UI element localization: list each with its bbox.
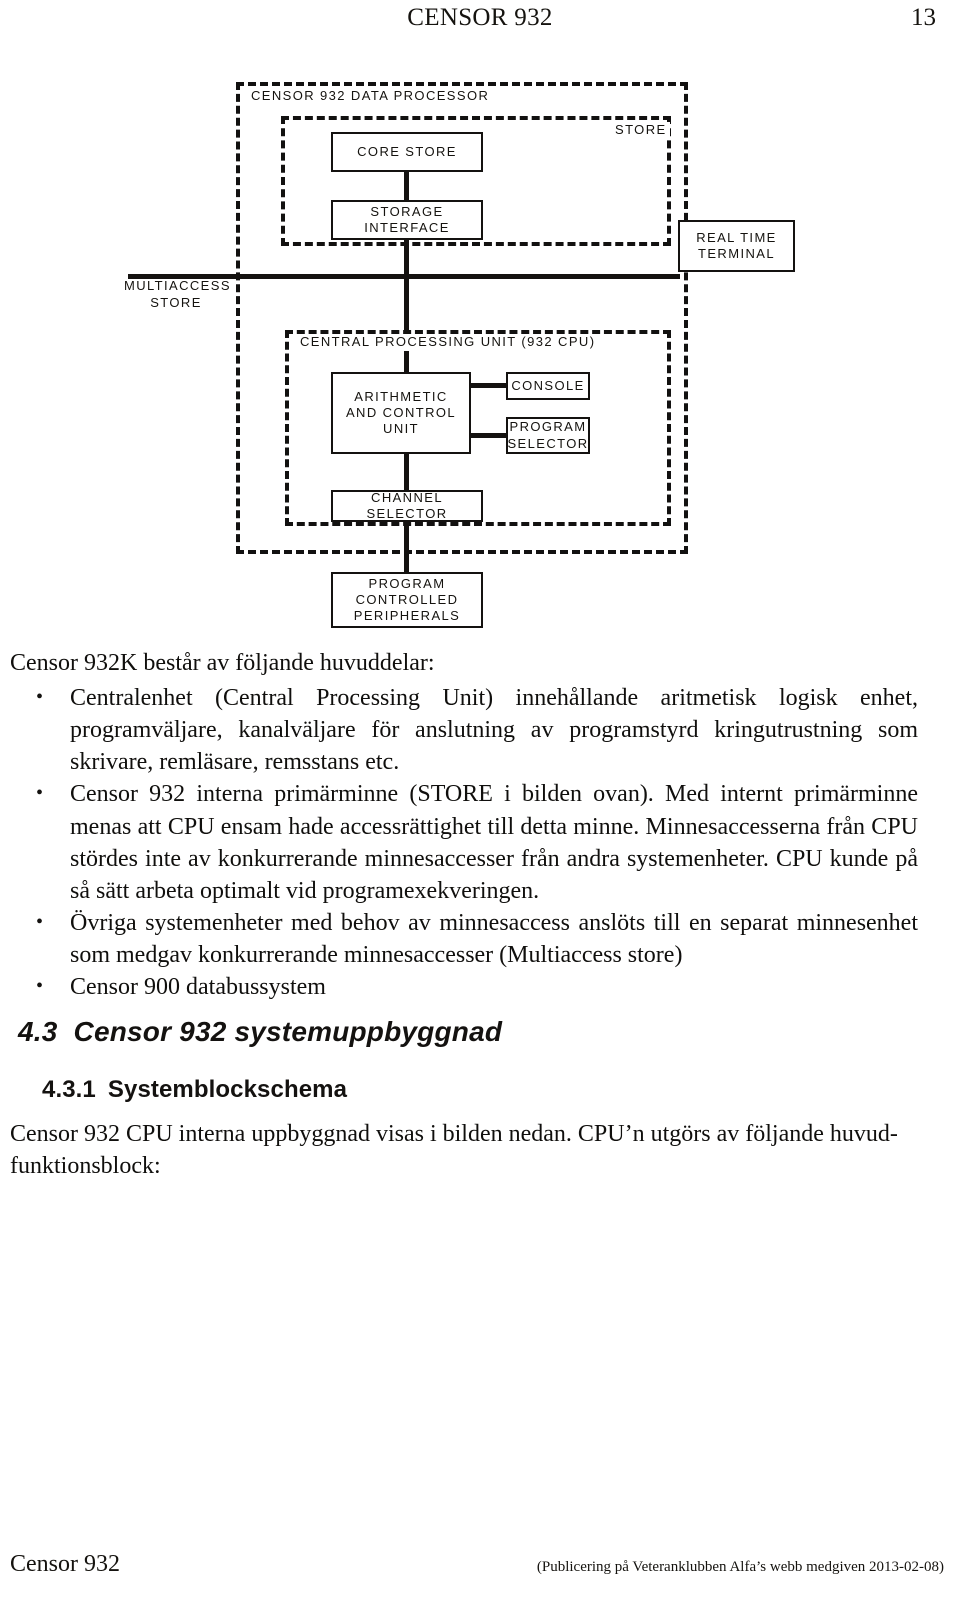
wire-arithmetic-unit-to-program-selector (469, 433, 508, 438)
label-cpu-line1: CENTRAL (300, 334, 370, 349)
wire-storage-interface-to-bus (404, 238, 409, 278)
diagram-canvas: CENSOR 932 DATA PROCESSOR STORE CENTRAL … (0, 62, 960, 628)
label-central-processing-unit: CENTRAL PROCESSING UNIT (932 CPU) (297, 334, 599, 351)
wire-arithmetic-unit-to-console (469, 383, 508, 388)
page-header: CENSOR 932 13 (0, 0, 960, 46)
program-selector-line1: PROGRAM (509, 419, 587, 435)
block-core-store-label: CORE STORE (357, 143, 457, 159)
label-cpu-line2: PROCESSING (375, 334, 476, 349)
label-cpu-line3: UNIT (932 CPU) (480, 334, 596, 349)
footer-document-title: Censor 932 (10, 1551, 120, 1577)
label-multiaccess-store: MULTIACCESS STORE (122, 278, 230, 311)
arithmetic-line2: AND CONTROL (345, 404, 457, 420)
block-storage-interface-label: STORAGE INTERFACE (364, 204, 450, 237)
program-selector-line2: SELECTOR (507, 435, 589, 451)
header-title: CENSOR 932 (407, 4, 553, 31)
peripherals-line2: CONTROLLED (355, 591, 459, 607)
block-program-controlled-peripherals: PROGRAM CONTROLLED PERIPHERALS (331, 572, 483, 628)
block-program-selector-label: PROGRAM SELECTOR (507, 419, 588, 452)
list-item: Centralenhet (Central Processing Unit) i… (0, 682, 960, 778)
block-program-selector: PROGRAM SELECTOR (506, 417, 590, 454)
real-time-terminal-line2: TERMINAL (698, 246, 775, 261)
subsection-number: 4.3.1 (42, 1076, 96, 1103)
arithmetic-line1: ARITHMETIC (354, 388, 448, 404)
label-store: STORE (612, 122, 670, 139)
section-title: Censor 932 systemuppbyggnad (73, 1016, 503, 1047)
subsection-heading: 4.3.1 Systemblockschema (42, 1076, 347, 1104)
block-real-time-terminal-label: REAL TIME TERMINAL (696, 230, 777, 263)
wire-arithmetic-unit-to-channel-selector (404, 452, 409, 492)
block-channel-selector: CHANNEL SELECTOR (331, 490, 483, 522)
footer-publication-note: (Publicering på Veteranklubben Alfa’s we… (536, 1559, 944, 1575)
block-arithmetic-and-control-unit: ARITHMETIC AND CONTROL UNIT (331, 372, 471, 454)
storage-interface-line2: INTERFACE (364, 220, 450, 235)
subsection-title: Systemblockschema (107, 1076, 348, 1103)
block-core-store: CORE STORE (331, 132, 483, 172)
wire-channel-selector-to-peripherals (404, 520, 409, 574)
block-console: CONSOLE (506, 372, 590, 400)
arithmetic-line3: UNIT (383, 421, 419, 437)
section-heading: 4.3 Censor 932 systemuppbyggnad (18, 1016, 502, 1048)
block-storage-interface: STORAGE INTERFACE (331, 200, 483, 240)
lead-paragraph: Censor 932K består av följande huvuddela… (10, 650, 435, 676)
block-real-time-terminal: REAL TIME TERMINAL (678, 220, 795, 272)
wire-core-store-to-storage-interface (404, 170, 409, 204)
list-item: Censor 932 interna primärminne (STORE i … (0, 778, 960, 907)
page-footer: Censor 932 (Publicering på Veteranklubbe… (0, 1551, 960, 1585)
label-multiaccess-line1: MULTIACCESS (124, 278, 231, 293)
section-number: 4.3 (18, 1016, 58, 1047)
tail-paragraph: Censor 932 CPU interna uppbyggnad visas … (10, 1118, 912, 1182)
list-item: Censor 900 databussystem (0, 971, 960, 1003)
block-peripherals-label: PROGRAM CONTROLLED PERIPHERALS (354, 576, 460, 625)
wire-bus-to-arithmetic-unit (404, 274, 409, 376)
peripherals-line1: PROGRAM (368, 575, 446, 591)
main-parts-list: Centralenhet (Central Processing Unit) i… (0, 682, 960, 1004)
list-item: Övriga systemenheter med behov av minnes… (0, 907, 960, 971)
block-arithmetic-label: ARITHMETIC AND CONTROL UNIT (346, 389, 456, 438)
system-block-diagram-figure: CENSOR 932 DATA PROCESSOR STORE CENTRAL … (0, 62, 960, 628)
real-time-terminal-line1: REAL TIME (696, 229, 777, 245)
label-multiaccess-line2: STORE (150, 294, 202, 310)
label-data-processor: CENSOR 932 DATA PROCESSOR (248, 88, 493, 105)
block-console-label: CONSOLE (511, 377, 585, 393)
block-channel-selector-label: CHANNEL SELECTOR (366, 489, 448, 521)
page-number: 13 (911, 4, 936, 31)
peripherals-line3: PERIPHERALS (353, 608, 461, 624)
tail-paragraph-last-line: funktionsblock: (10, 1153, 161, 1180)
tail-paragraph-text: Censor 932 CPU interna uppbyggnad visas … (10, 1121, 898, 1147)
storage-interface-line1: STORAGE (370, 203, 444, 219)
